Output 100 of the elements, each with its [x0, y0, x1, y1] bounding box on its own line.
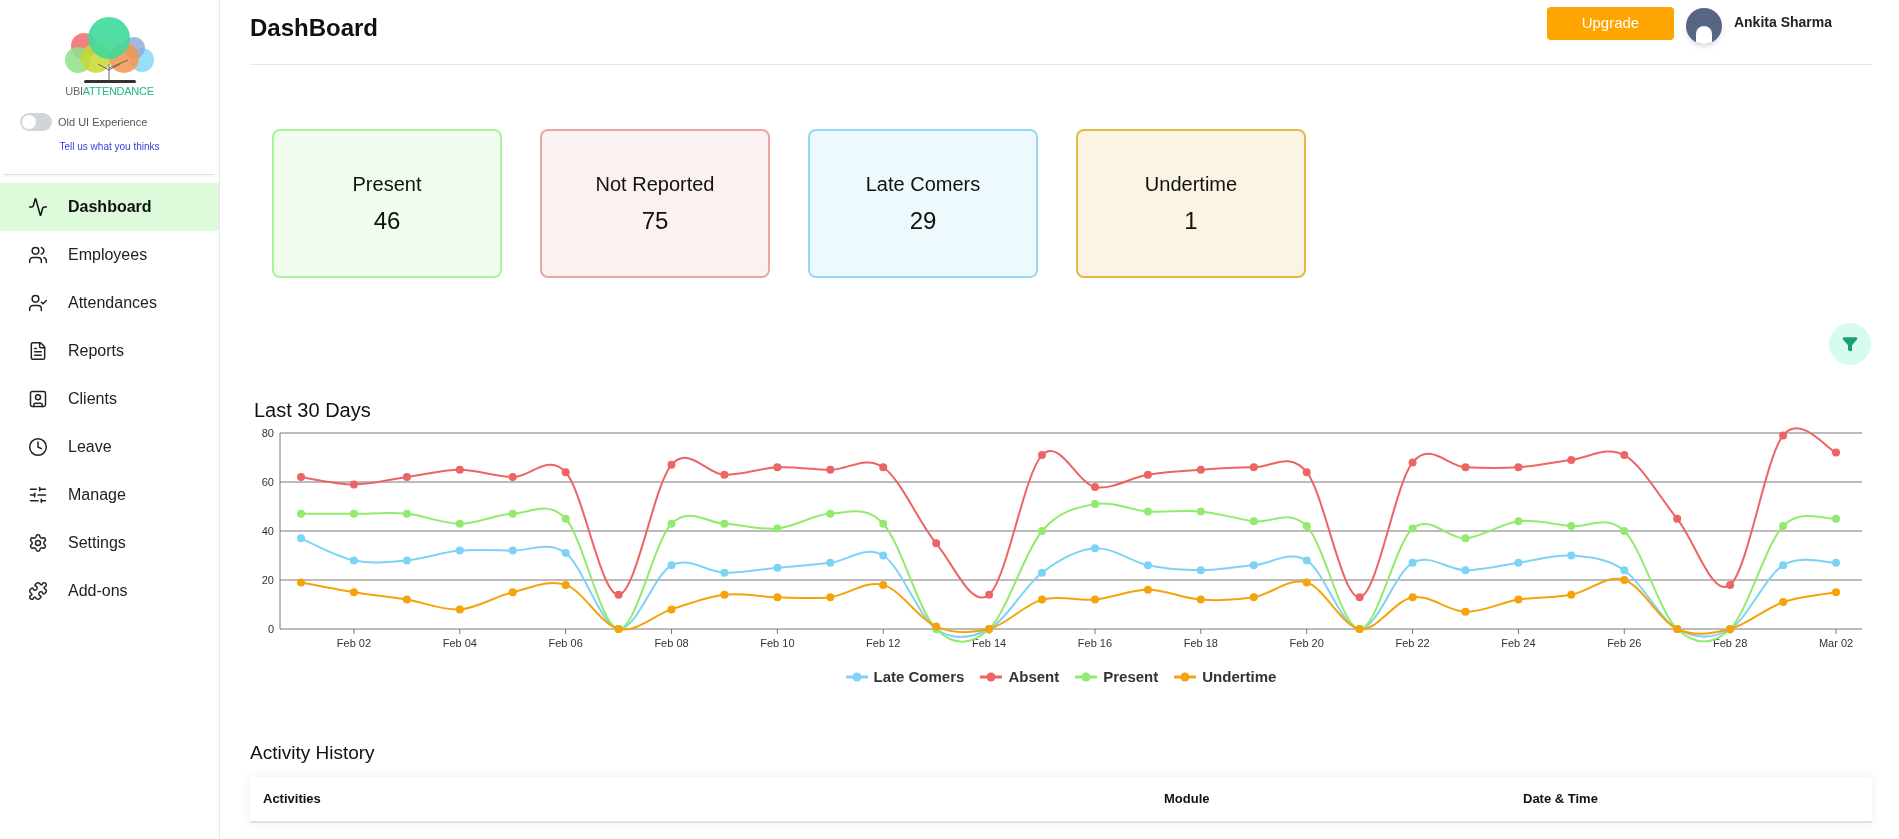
nav-icon [28, 245, 48, 265]
data-point [1461, 463, 1470, 472]
data-point [1302, 468, 1311, 477]
data-point [1620, 451, 1629, 460]
legend-label: Present [1103, 667, 1159, 687]
data-point [455, 546, 464, 555]
nav-item[interactable]: Attendances [0, 279, 219, 327]
data-point [1832, 588, 1840, 597]
legend-label: Undertime [1202, 667, 1277, 687]
legend-item[interactable]: Undertime [1174, 666, 1277, 689]
nav-item[interactable]: Clients [0, 375, 219, 423]
data-point [402, 556, 411, 565]
nav-item[interactable]: Add-ons [0, 567, 219, 615]
logo-text: UBIATTENDANCE [65, 86, 154, 97]
data-point [508, 509, 517, 518]
data-point [1514, 463, 1523, 472]
data-point [1038, 527, 1046, 535]
data-point [297, 509, 305, 518]
legend-item[interactable]: Late Comers [845, 666, 965, 689]
data-point [773, 593, 782, 602]
data-point [349, 556, 358, 565]
chart-title: Last 30 Days [254, 398, 372, 422]
x-tick-label: Feb 14 [972, 637, 1007, 649]
x-tick-label: Feb 10 [760, 637, 795, 649]
data-point [720, 568, 729, 577]
data-point [1832, 558, 1840, 567]
page-title: DashBoard [250, 13, 379, 43]
data-point [879, 580, 888, 589]
data-point [1514, 558, 1523, 567]
data-point [932, 539, 941, 548]
data-point [1726, 580, 1735, 589]
data-point [1832, 514, 1840, 523]
old-ui-toggle[interactable] [20, 113, 52, 131]
x-tick-label: Feb 12 [866, 637, 901, 649]
data-point [402, 595, 411, 604]
x-tick-label: Feb 16 [1077, 637, 1113, 649]
nav-icon [28, 581, 48, 601]
data-point [879, 551, 888, 560]
data-point [826, 465, 835, 474]
data-point [1091, 595, 1099, 604]
data-point [1567, 455, 1576, 464]
column-header: Module [1164, 789, 1211, 808]
avatar[interactable] [1685, 8, 1722, 44]
data-point [1567, 590, 1576, 599]
stat-label: Not Reported [595, 171, 715, 197]
data-point [614, 590, 623, 599]
data-point [561, 468, 570, 477]
data-point [1038, 568, 1046, 577]
data-point [402, 509, 411, 518]
nav-icon [28, 533, 48, 553]
x-tick-label: Mar 02 [1818, 637, 1854, 649]
data-point [561, 549, 570, 558]
data-point [455, 605, 464, 614]
nav-icon [28, 485, 48, 505]
stat-label: Late Comers [865, 171, 981, 197]
filter-button[interactable] [1829, 323, 1871, 365]
legend-label: Absent [1008, 667, 1060, 687]
data-point [1408, 558, 1417, 567]
data-point [1832, 448, 1840, 457]
stat-value: 75 [641, 205, 669, 236]
data-point [1408, 524, 1417, 533]
data-point [1143, 470, 1152, 479]
column-header: Activities [262, 789, 322, 808]
y-tick-label: 80 [261, 427, 274, 439]
data-point [402, 473, 411, 482]
data-point [1779, 598, 1788, 607]
data-point [826, 558, 835, 567]
feedback-link[interactable]: Tell us what you thinks [59, 139, 160, 154]
data-point [1567, 551, 1576, 560]
legend-item[interactable]: Absent [980, 666, 1060, 689]
nav-icon [28, 293, 48, 313]
nav-item[interactable]: Settings [0, 519, 219, 567]
data-point [667, 460, 676, 469]
data-point [1514, 595, 1523, 604]
legend-item[interactable]: Present [1075, 666, 1159, 689]
x-tick-label: Feb 02 [336, 637, 372, 649]
nav-item[interactable]: Leave [0, 423, 219, 471]
data-point [1143, 561, 1152, 570]
nav-item[interactable]: Manage [0, 471, 219, 519]
stat-value: 29 [909, 205, 937, 236]
data-point [1461, 566, 1470, 575]
y-tick-label: 60 [261, 476, 274, 488]
data-point [1673, 514, 1682, 523]
data-point [1091, 482, 1099, 491]
x-tick-label: Feb 20 [1289, 637, 1324, 649]
x-tick-label: Feb 08 [654, 637, 689, 649]
nav-item[interactable]: Employees [0, 231, 219, 279]
stat-value: 1 [1184, 205, 1198, 236]
data-point [349, 480, 358, 489]
x-tick-label: Feb 18 [1183, 637, 1218, 649]
data-point [1620, 566, 1629, 575]
data-point [932, 622, 941, 631]
nav-item[interactable]: Reports [0, 327, 219, 375]
nav-item[interactable]: Dashboard [0, 183, 219, 231]
data-point [1779, 431, 1788, 440]
data-point [1514, 517, 1523, 526]
data-point [1779, 561, 1788, 570]
x-tick-label: Feb 28 [1713, 637, 1748, 649]
data-point [1091, 544, 1099, 553]
data-point [1196, 595, 1205, 604]
